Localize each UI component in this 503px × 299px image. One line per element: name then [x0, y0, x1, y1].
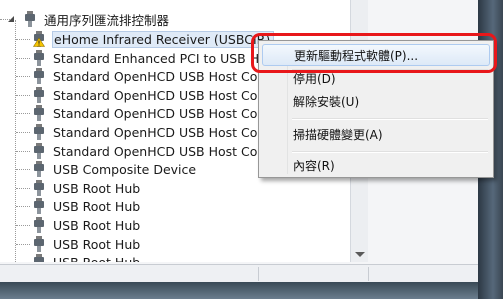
window-frame-bottom — [0, 282, 478, 299]
device-row[interactable]: Standard OpenHCD USB Host Con — [33, 67, 265, 85]
tree-guide-line — [16, 132, 30, 133]
device-label: Standard OpenHCD USB Host Con — [53, 68, 266, 84]
tree-guide-line — [16, 39, 30, 40]
device-row[interactable]: USB Composite Device — [33, 160, 196, 178]
device-row[interactable]: eHome Infrared Receiver (USBCIR) — [33, 30, 275, 48]
usb-plug-icon — [34, 198, 44, 214]
usb-plug-icon — [34, 124, 44, 140]
menu-item-label: 掃描硬體變更(A) — [293, 127, 383, 142]
device-row[interactable]: USB Root Hub — [33, 197, 140, 215]
tree-guide-line — [16, 76, 30, 77]
device-label: USB Root Hub — [53, 198, 141, 214]
usb-plug-icon — [34, 143, 44, 159]
tree-guide-line — [16, 113, 30, 114]
tree-guide-line — [16, 244, 30, 245]
tree-guide-line — [16, 169, 30, 170]
device-label: Standard OpenHCD USB Host Con — [53, 143, 266, 159]
device-label: USB Root Hub — [53, 180, 141, 196]
scroll-down-arrow-icon[interactable] — [355, 252, 365, 257]
device-label: Standard OpenHCD USB Host Con — [53, 124, 266, 140]
usb-plug-icon — [34, 50, 44, 66]
status-bar — [0, 264, 478, 282]
usb-plug-icon — [34, 236, 44, 252]
tree-guide-line — [16, 206, 30, 207]
usb-plug-icon — [34, 254, 44, 262]
menu-item-label: 解除安裝(U) — [293, 94, 360, 109]
device-label: Standard OpenHCD USB Host Con — [53, 87, 266, 103]
status-cell — [368, 267, 369, 281]
warning-device-icon — [33, 31, 45, 47]
menu-item-scan-hardware[interactable]: 掃描硬體變更(A) — [262, 123, 490, 145]
category-label: 通用序列匯流排控制器 — [44, 12, 170, 28]
device-label: Standard Enhanced PCI to USB Hos — [53, 50, 274, 66]
menu-separator — [292, 151, 488, 153]
device-label: USB Root Hub — [53, 236, 141, 252]
device-row[interactable]: Standard OpenHCD USB Host Con — [33, 123, 265, 141]
status-cell — [258, 267, 259, 281]
usb-plug-icon — [34, 105, 44, 121]
device-row[interactable]: USB Root Hub — [33, 253, 140, 262]
usb-plug-icon — [34, 161, 44, 177]
usb-plug-icon — [34, 68, 44, 84]
device-row[interactable]: Standard OpenHCD USB Host Con — [33, 142, 265, 160]
usb-plug-icon — [34, 180, 44, 196]
menu-item-label: 內容(R) — [293, 158, 335, 173]
tree-guide-line — [16, 95, 30, 96]
device-row[interactable]: Standard Enhanced PCI to USB Hos — [33, 49, 273, 67]
usb-plug-icon — [25, 11, 35, 27]
menu-item-uninstall[interactable]: 解除安裝(U) — [262, 90, 490, 112]
device-label: USB Root Hub — [53, 217, 141, 233]
highlight-callout — [251, 33, 497, 73]
device-row[interactable]: USB Root Hub — [33, 216, 140, 234]
device-label: USB Composite Device — [53, 161, 197, 177]
tree-guide-line — [16, 151, 30, 152]
device-row[interactable]: USB Root Hub — [33, 235, 140, 253]
device-label: USB Root Hub — [53, 254, 141, 263]
tree-category-usb-controllers[interactable]: 通用序列匯流排控制器 — [8, 10, 169, 28]
tree-guide-line — [16, 58, 30, 59]
usb-plug-icon — [34, 217, 44, 233]
device-label: eHome Infrared Receiver (USBCIR) — [51, 30, 275, 48]
device-row[interactable]: Standard OpenHCD USB Host Con — [33, 104, 265, 122]
tree-guide-line — [16, 225, 30, 226]
tree-guide-line — [16, 188, 30, 189]
device-row[interactable]: USB Root Hub — [33, 179, 140, 197]
menu-item-properties[interactable]: 內容(R) — [262, 154, 490, 176]
menu-separator — [292, 118, 488, 120]
device-label: Standard OpenHCD USB Host Con — [53, 105, 266, 121]
collapse-arrow-icon[interactable] — [6, 14, 16, 24]
device-row[interactable]: Standard OpenHCD USB Host Con — [33, 86, 265, 104]
usb-plug-icon — [34, 87, 44, 103]
